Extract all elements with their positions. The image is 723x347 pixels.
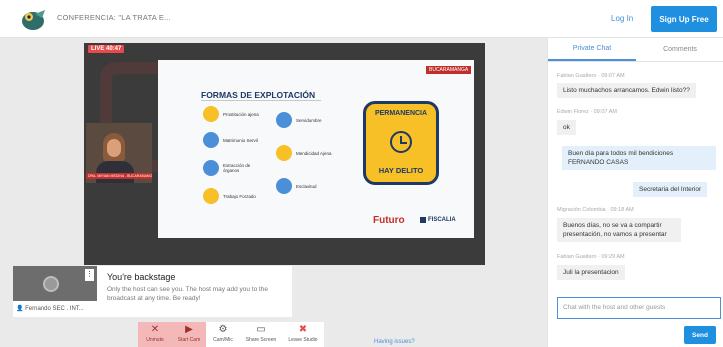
slide-item: Esclavitud <box>276 178 336 194</box>
message-meta: Edwin Florez · 09:07 AM <box>557 109 617 115</box>
control-label: Start Cam <box>177 337 201 343</box>
slide-item-label: Prostitución ajena <box>223 111 259 117</box>
chat-message: ok <box>557 120 576 135</box>
organ-icon <box>203 160 219 176</box>
slide-item-label: Servidumbre <box>296 117 322 123</box>
highlight-bottom-text: HAY DELITO <box>378 166 424 175</box>
slide-location-tag: BUCARAMANGA <box>426 66 472 74</box>
slide-item: Servidumbre <box>276 112 336 128</box>
chat-input[interactable]: Chat with the host and other guests <box>557 297 721 319</box>
avatar <box>43 276 59 292</box>
tab-private-chat[interactable]: Private Chat <box>548 38 636 61</box>
exploitation-icon <box>203 106 219 122</box>
camera-off-icon: ▶ <box>185 324 193 335</box>
mic-off-icon: ✕ <box>150 324 160 335</box>
start-cam-button[interactable]: ▶ Start Cam <box>172 322 206 347</box>
studio-controls: ✕ Unmute ▶ Start Cam ⚙ Cam/Mic ▭ Share S… <box>138 322 324 347</box>
slide-item: Mendicidad Ajena <box>276 145 336 161</box>
speaker-face <box>107 139 121 157</box>
self-view-tile: ⋮ 👤 Fernando SEC . INT... <box>13 266 97 317</box>
live-timer-badge: LIVE 40:47 <box>88 45 125 53</box>
clock-icon <box>390 130 412 153</box>
chat-panel: Private Chat Comments Fabian Gualtero · … <box>547 38 723 347</box>
app-logo-icon <box>22 10 45 30</box>
tab-comments[interactable]: Comments <box>636 38 723 61</box>
slide-item-label: Mendicidad Ajena <box>296 150 332 156</box>
highlight-card: PERMANENCIA HAY DELITO <box>363 101 439 185</box>
chat-message-own: Buen día para todos mil bendiciones FERN… <box>562 146 716 170</box>
control-label: Leave Studio <box>288 337 318 343</box>
monitor-icon: ▭ <box>256 324 266 335</box>
conference-title: CONFERENCIA: "LA TRATA E... <box>57 13 171 22</box>
highlight-top-text: PERMANENCIA <box>374 110 428 117</box>
message-meta: Migración Colombia · 09:18 AM <box>557 207 634 213</box>
slide-item-label: Extracción de órganos <box>223 163 251 173</box>
chains-icon <box>276 178 292 194</box>
close-circle-icon: ✖ <box>298 324 308 335</box>
slide-item-label: Trabajo Forzado <box>223 193 256 199</box>
unmute-button[interactable]: ✕ Unmute <box>138 322 172 347</box>
login-link[interactable]: Log In <box>611 14 633 23</box>
chat-message-own: Secretaria del Interior <box>633 182 708 197</box>
futuro-logo: Futuro <box>373 215 405 226</box>
speaker-body <box>96 161 134 183</box>
slide-item: Prostitución ajena <box>203 106 263 122</box>
backstage-heading: You're backstage <box>107 272 176 282</box>
presentation-slide: BUCARAMANGA FORMAS DE EXPLOTACIÓN Prosti… <box>158 60 474 238</box>
backstage-text: Only the host can see you. The host may … <box>107 286 269 302</box>
speaker-caption: DRA. MIRIAN MEDINA - BUCARAMANGA <box>86 173 152 179</box>
control-label: Share Screen <box>245 337 277 343</box>
backstage-notice: You're backstage Only the host can see y… <box>97 266 292 317</box>
begging-icon <box>276 145 292 161</box>
slide-item-label: Matrimonio Servil <box>223 137 258 143</box>
speaker-camera: DRA. MIRIAN MEDINA - BUCARAMANGA <box>86 123 152 183</box>
send-button[interactable]: Send <box>684 326 716 344</box>
chat-message: Buenos días, no se va a compartir presen… <box>557 218 681 242</box>
servitude-icon <box>276 112 292 128</box>
slide-item: Extracción de órganos <box>203 160 263 176</box>
slide-item: Trabajo Forzado <box>203 188 263 204</box>
having-issues-link[interactable]: Having issues? <box>374 339 415 345</box>
control-label: Unmute <box>146 337 164 343</box>
labor-icon <box>203 188 219 204</box>
slide-title-divider <box>201 100 321 101</box>
slide-item: Matrimonio Servil <box>203 132 263 148</box>
top-bar: CONFERENCIA: "LA TRATA E... Log In Sign … <box>0 0 723 38</box>
message-meta: Fabian Gualtero · 09:07 AM <box>557 73 625 79</box>
chat-tabs: Private Chat Comments <box>548 38 723 62</box>
slide-item-label: Esclavitud <box>296 183 317 189</box>
self-view-name-text: Fernando SEC . INT... <box>25 306 84 312</box>
chat-message: Juli la presentacion <box>557 265 625 280</box>
message-meta: Fabian Gualtero · 09:29 AM <box>557 254 625 260</box>
control-label: Cam/Mic <box>213 337 233 343</box>
slide-title: FORMAS DE EXPLOTACIÓN <box>201 90 316 100</box>
more-options-icon[interactable]: ⋮ <box>85 269 94 281</box>
marriage-icon <box>203 132 219 148</box>
cam-mic-settings-button[interactable]: ⚙ Cam/Mic <box>206 322 240 347</box>
leave-studio-button[interactable]: ✖ Leave Studio <box>282 322 324 347</box>
gear-icon: ⚙ <box>218 324 228 335</box>
share-screen-button[interactable]: ▭ Share Screen <box>240 322 282 347</box>
chat-message: Listo muchachos arrancamos. Edwin listo?… <box>557 83 696 98</box>
fiscalia-logo: FISCALIA <box>420 217 456 223</box>
signup-button[interactable]: Sign Up Free <box>651 6 717 32</box>
self-view-name: 👤 Fernando SEC . INT... <box>13 301 97 317</box>
